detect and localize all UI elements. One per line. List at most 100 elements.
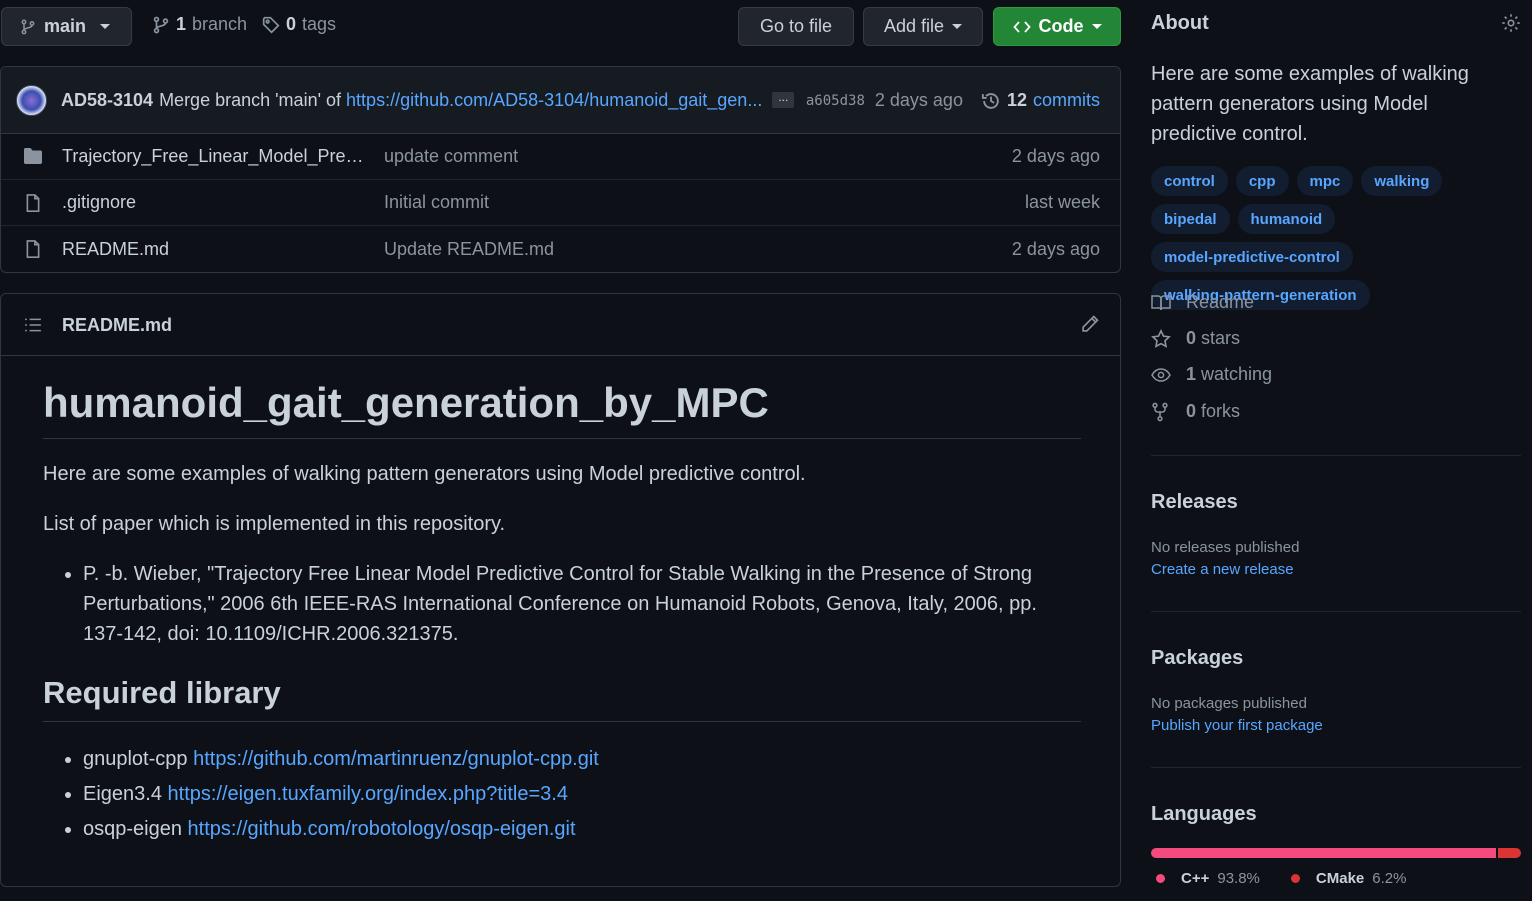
readme-panel: README.md humanoid_gait_generation_by_MP… xyxy=(0,293,1121,887)
list-item: Eigen3.4 https://eigen.tuxfamily.org/ind… xyxy=(83,777,1081,812)
git-branch-icon xyxy=(152,16,170,34)
library-name: Eigen3.4 xyxy=(83,783,162,805)
language-bar-segment xyxy=(1151,848,1497,858)
code-label: Code xyxy=(1038,16,1084,36)
go-to-file-button[interactable]: Go to file xyxy=(738,7,854,46)
code-icon xyxy=(1012,19,1031,35)
history-icon xyxy=(981,91,1001,111)
book-icon xyxy=(1151,294,1171,312)
language-item[interactable]: CMake 6.2% xyxy=(1286,870,1406,887)
file-commit-link[interactable]: Initial commit xyxy=(384,192,489,213)
divider xyxy=(1151,455,1521,456)
forks-count: 0 xyxy=(1186,401,1197,421)
readme-link[interactable]: Readme xyxy=(1151,292,1254,313)
code-button[interactable]: Code xyxy=(993,7,1121,46)
library-name: gnuplot-cpp xyxy=(83,748,188,770)
commit-author-link[interactable]: AD58-3104 xyxy=(61,90,153,111)
folder-icon xyxy=(23,147,43,165)
file-row[interactable]: Trajectory_Free_Linear_Model_Predict... … xyxy=(1,134,1120,180)
topic-tag[interactable]: humanoid xyxy=(1237,204,1336,234)
divider xyxy=(1151,767,1521,768)
file-name-link[interactable]: README.md xyxy=(62,239,367,260)
readme-papers-intro: List of paper which is implemented in th… xyxy=(43,513,506,535)
gear-icon[interactable] xyxy=(1501,13,1521,33)
eye-icon xyxy=(1151,366,1171,384)
commit-message-link[interactable]: https://github.com/AD58-3104/humanoid_ga… xyxy=(346,90,762,110)
file-row[interactable]: README.md Update README.md 2 days ago xyxy=(1,226,1120,272)
commit-expand-button[interactable]: ... xyxy=(772,91,795,108)
topic-tag[interactable]: cpp xyxy=(1235,166,1289,196)
file-row[interactable]: .gitignore Initial commit last week xyxy=(1,180,1120,226)
tags-label: tags xyxy=(302,14,337,34)
readme-content: humanoid_gait_generation_by_MPC Here are… xyxy=(43,356,1081,847)
commit-message-text: Merge branch 'main' of xyxy=(159,89,342,110)
topic-tag[interactable]: control xyxy=(1151,166,1228,196)
paper-list: P. -b. Wieber, "Trajectory Free Linear M… xyxy=(43,559,1081,649)
branch-select-button[interactable]: main xyxy=(1,7,132,46)
tags-count: 0 xyxy=(286,14,297,34)
list-item: gnuplot-cpp https://github.com/martinrue… xyxy=(83,742,1081,777)
file-name-link[interactable]: Trajectory_Free_Linear_Model_Predict... xyxy=(62,146,367,167)
commit-meta: a605d38 2 days ago 12 commits xyxy=(806,67,1100,134)
library-name: osqp-eigen xyxy=(83,818,182,840)
packages-empty-text: No packages published xyxy=(1151,695,1307,712)
stars-label: stars xyxy=(1201,328,1241,348)
packages-heading[interactable]: Packages xyxy=(1151,647,1243,670)
avatar[interactable] xyxy=(16,84,47,116)
library-list: gnuplot-cpp https://github.com/martinrue… xyxy=(43,742,1081,847)
forks-link[interactable]: 0 forks xyxy=(1151,401,1240,422)
commits-count: 12 xyxy=(1006,90,1027,110)
topic-tag[interactable]: bipedal xyxy=(1151,204,1230,234)
language-item[interactable]: C++ 93.8% xyxy=(1151,870,1260,887)
divider xyxy=(1151,611,1521,612)
topic-list: control cpp mpc walking bipedal humanoid… xyxy=(1151,166,1526,310)
language-legend: C++ 93.8% CMake 6.2% xyxy=(1151,870,1406,887)
language-bar-segment xyxy=(1498,848,1521,858)
commits-history-link[interactable]: 12 commits xyxy=(981,90,1100,111)
tag-icon xyxy=(262,16,280,34)
file-commit-link[interactable]: Update README.md xyxy=(384,239,554,260)
stars-count: 0 xyxy=(1186,328,1197,348)
branches-link[interactable]: 1 branch xyxy=(152,14,247,35)
readme-filename[interactable]: README.md xyxy=(62,315,172,336)
tags-link[interactable]: 0 tags xyxy=(262,14,336,35)
file-name-link[interactable]: .gitignore xyxy=(62,192,367,213)
commit-age: 2 days ago xyxy=(874,90,963,110)
file-age: 2 days ago xyxy=(1011,238,1100,259)
about-description: Here are some examples of walking patter… xyxy=(1151,63,1469,145)
topic-tag[interactable]: walking xyxy=(1361,166,1443,196)
watching-count: 1 xyxy=(1186,364,1197,384)
publish-package-link[interactable]: Publish your first package xyxy=(1151,717,1323,734)
chevron-down-icon xyxy=(100,24,111,29)
watching-label: watching xyxy=(1201,364,1273,384)
stars-link[interactable]: 0 stars xyxy=(1151,328,1240,349)
list-item: osqp-eigen https://github.com/robotology… xyxy=(83,812,1081,847)
about-heading: About xyxy=(1151,12,1209,34)
library-link[interactable]: https://github.com/robotology/osqp-eigen… xyxy=(188,818,576,840)
add-file-button[interactable]: Add file xyxy=(863,7,983,46)
language-color-dot xyxy=(1290,874,1300,883)
commits-label: commits xyxy=(1033,90,1100,110)
topic-tag[interactable]: mpc xyxy=(1296,166,1354,196)
library-link[interactable]: https://eigen.tuxfamily.org/index.php?ti… xyxy=(168,783,568,805)
file-commit-link[interactable]: update comment xyxy=(384,146,518,167)
repo-forked-icon xyxy=(1151,402,1171,422)
commit-sha-link[interactable]: a605d38 xyxy=(806,93,865,109)
pencil-icon[interactable] xyxy=(1080,314,1100,334)
watchers-link[interactable]: 1 watching xyxy=(1151,364,1272,385)
git-branch-icon xyxy=(20,19,36,35)
branches-count: 1 xyxy=(176,14,187,34)
add-file-label: Add file xyxy=(883,16,945,36)
file-age: last week xyxy=(1024,192,1100,212)
file-browser: AD58-3104 Merge branch 'main' of https:/… xyxy=(0,66,1121,273)
language-percent: 93.8% xyxy=(1217,870,1260,887)
language-name: CMake xyxy=(1315,870,1365,887)
latest-commit-bar: AD58-3104 Merge branch 'main' of https:/… xyxy=(1,67,1120,134)
create-release-link[interactable]: Create a new release xyxy=(1151,561,1294,578)
languages-heading: Languages xyxy=(1151,803,1257,825)
releases-heading[interactable]: Releases xyxy=(1151,491,1238,514)
readme-heading: humanoid_gait_generation_by_MPC xyxy=(43,378,1081,439)
topic-tag[interactable]: model-predictive-control xyxy=(1151,242,1353,272)
list-unordered-icon[interactable] xyxy=(24,316,42,334)
library-link[interactable]: https://github.com/martinruenz/gnuplot-c… xyxy=(193,748,599,770)
